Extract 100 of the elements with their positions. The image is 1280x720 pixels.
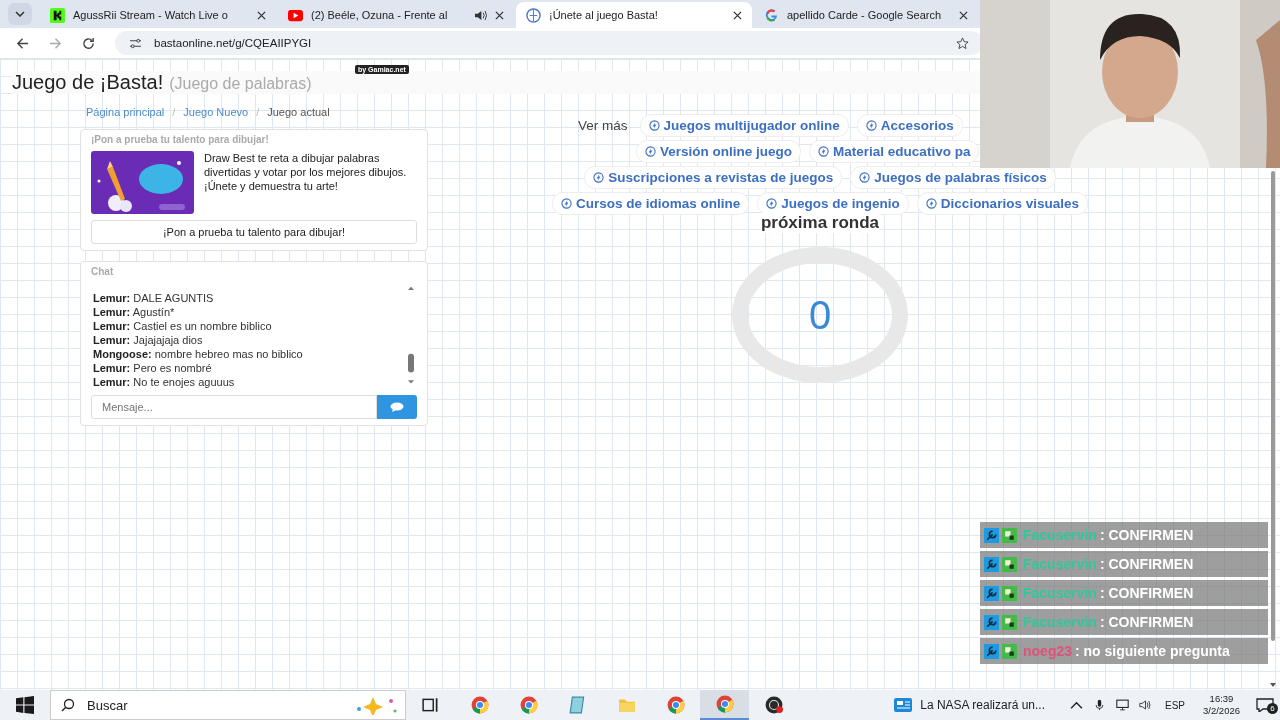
square-badge-icon — [1002, 527, 1017, 543]
bolt-icon — [865, 120, 877, 131]
bolt-icon — [766, 198, 778, 209]
wrench-badge-icon — [984, 556, 999, 572]
speaker-icon[interactable] — [474, 9, 487, 21]
tab-title: AgussRii Stream - Watch Live o — [73, 9, 229, 21]
tab-title: ¡Únete al juego Basta! — [549, 9, 659, 21]
promo-description: Draw Best te reta a dibujar palabras divertidas y votar por los mejores dibujos. ¡Únete y demuestra tu arte! — [204, 151, 408, 194]
notifications-button[interactable]: 6 — [1250, 698, 1280, 712]
clock[interactable]: 16:39 3/2/2026 — [1203, 693, 1240, 717]
chat-message: Mongoose: nombre hebreo mas no biblico — [93, 347, 304, 361]
stream-chat-user: Facuservin — [1023, 556, 1097, 572]
notification-count: 6 — [1267, 703, 1278, 714]
round-title: próxima ronda — [760, 213, 880, 233]
topic-link[interactable]: Accesorios — [856, 114, 963, 137]
chat-message: Lemur: Castiel es un nombre biblico — [93, 319, 273, 333]
topic-link[interactable]: Juegos de ingenio — [757, 192, 909, 215]
chat-message: Lemur: Jajajajaja dios — [93, 333, 204, 347]
square-badge-icon — [1002, 556, 1017, 572]
chat-title: Chat — [91, 266, 115, 277]
chat-message: Lemur: Agustín* — [93, 305, 176, 319]
site-subtitle: (Juego de palabras) — [169, 75, 312, 93]
chevron-up-icon[interactable] — [1070, 699, 1083, 711]
stream-chat-user: Facuservin — [1023, 527, 1097, 543]
stream-chat-text: : CONFIRMEN — [1099, 527, 1194, 543]
close-icon[interactable] — [257, 10, 266, 20]
site-info-icon[interactable] — [129, 37, 142, 49]
browser-tab[interactable]: AgussRii Stream - Watch Live o — [40, 2, 276, 28]
address-field[interactable]: bastaonline.net/g/CQEAIIPYGI — [115, 31, 983, 55]
news-widget[interactable]: La NASA realizará un... — [894, 696, 1045, 714]
wrench-badge-icon — [984, 643, 999, 659]
taskbar-search-field[interactable]: Buscar — [50, 690, 406, 720]
countdown-number: 0 — [808, 292, 832, 338]
bolt-icon — [925, 198, 937, 209]
tab-search-button[interactable] — [8, 3, 32, 25]
bolt-icon — [818, 146, 830, 157]
wrench-badge-icon — [984, 527, 999, 543]
topic-link[interactable]: Cursos de idiomas online — [552, 192, 750, 215]
chrome-icon — [470, 696, 489, 714]
tab-title: apellido Carde - Google Search — [787, 9, 943, 21]
square-badge-icon — [1002, 585, 1017, 601]
recording-app-icon — [764, 696, 783, 714]
browser-tab[interactable]: (2) Beéle, Ozuna - Frente al — [278, 2, 514, 28]
message-input[interactable]: Mensaje... — [91, 395, 377, 419]
back-icon[interactable] — [16, 36, 29, 50]
promo-button[interactable]: ¡Pon a prueba tu talento para dibujar! — [91, 220, 417, 244]
chevron-down-icon — [15, 11, 25, 17]
topic-link[interactable]: Juegos de palabras físicos — [850, 166, 1056, 189]
see-more-label: Ver más — [577, 118, 629, 133]
wrench-badge-icon — [984, 614, 999, 630]
stream-chat-user: Facuservin — [1023, 585, 1097, 601]
stream-chat-text: : no siguiente pregunta — [1075, 643, 1230, 659]
send-button[interactable] — [377, 395, 417, 419]
stream-chat-text: : CONFIRMEN — [1099, 556, 1194, 572]
topic-link[interactable]: Juegos multijugador online — [639, 114, 849, 137]
bolt-icon — [593, 172, 605, 183]
kick-icon — [50, 7, 65, 23]
browser-tab[interactable]: ¡Únete al juego Basta! — [516, 2, 752, 28]
bolt-icon — [648, 120, 660, 131]
stream-chat-text: : CONFIRMEN — [1099, 585, 1194, 601]
chat-message: Lemur: DALE AGUNTIS — [93, 291, 215, 305]
notepad-icon — [568, 696, 587, 714]
breadcrumb-link[interactable]: Juego Nuevo — [183, 106, 249, 122]
chrome-icon — [666, 696, 685, 714]
wrench-badge-icon — [984, 585, 999, 601]
windows-start-icon[interactable] — [16, 696, 34, 714]
youtube-icon — [288, 7, 303, 23]
language-indicator[interactable]: ESP — [1165, 699, 1185, 711]
breadcrumb-separator: / — [256, 106, 260, 120]
breadcrumb-link[interactable]: Página principal — [86, 106, 165, 122]
chat-message: Lemur: Pero es nombré — [93, 361, 213, 375]
promo-heading: ¡Pon a prueba tu talento para dibujar! — [91, 134, 270, 145]
bolt-icon — [859, 172, 871, 183]
bolt-icon — [645, 146, 657, 157]
browser-tab[interactable]: apellido Carde - Google Search — [754, 2, 978, 28]
topic-link[interactable]: Material educativo pa — [809, 140, 980, 163]
task-view-icon — [421, 696, 440, 714]
chat-bubble-icon — [390, 402, 404, 412]
topic-link[interactable]: Suscripciones a revistas de juegos — [584, 166, 843, 189]
bolt-icon — [561, 198, 573, 209]
breadcrumb-current: Juego actual — [267, 106, 330, 120]
topic-link[interactable]: Versión online juego — [636, 140, 802, 163]
breadcrumb-separator: / — [172, 106, 176, 120]
close-icon[interactable] — [495, 10, 504, 20]
square-badge-icon — [1002, 643, 1017, 659]
microphone-icon[interactable] — [1093, 699, 1106, 711]
network-icon[interactable] — [1116, 699, 1129, 711]
message-icon — [1256, 698, 1274, 712]
close-icon[interactable] — [959, 10, 968, 20]
tab-title: (2) Beéle, Ozuna - Frente al — [311, 9, 449, 21]
volume-icon[interactable] — [1139, 699, 1152, 711]
url-text: bastaonline.net/g/CQEAIIPYGI — [154, 37, 312, 49]
folder-icon — [617, 696, 636, 714]
stream-chat-text: : CONFIRMEN — [1099, 614, 1194, 630]
reload-icon[interactable] — [82, 36, 95, 50]
google-icon — [764, 7, 779, 23]
close-icon[interactable] — [733, 10, 742, 20]
topic-link[interactable]: Diccionarios visuales — [916, 192, 1088, 215]
square-badge-icon — [1002, 614, 1017, 630]
bookmark-star-icon[interactable] — [956, 36, 969, 50]
